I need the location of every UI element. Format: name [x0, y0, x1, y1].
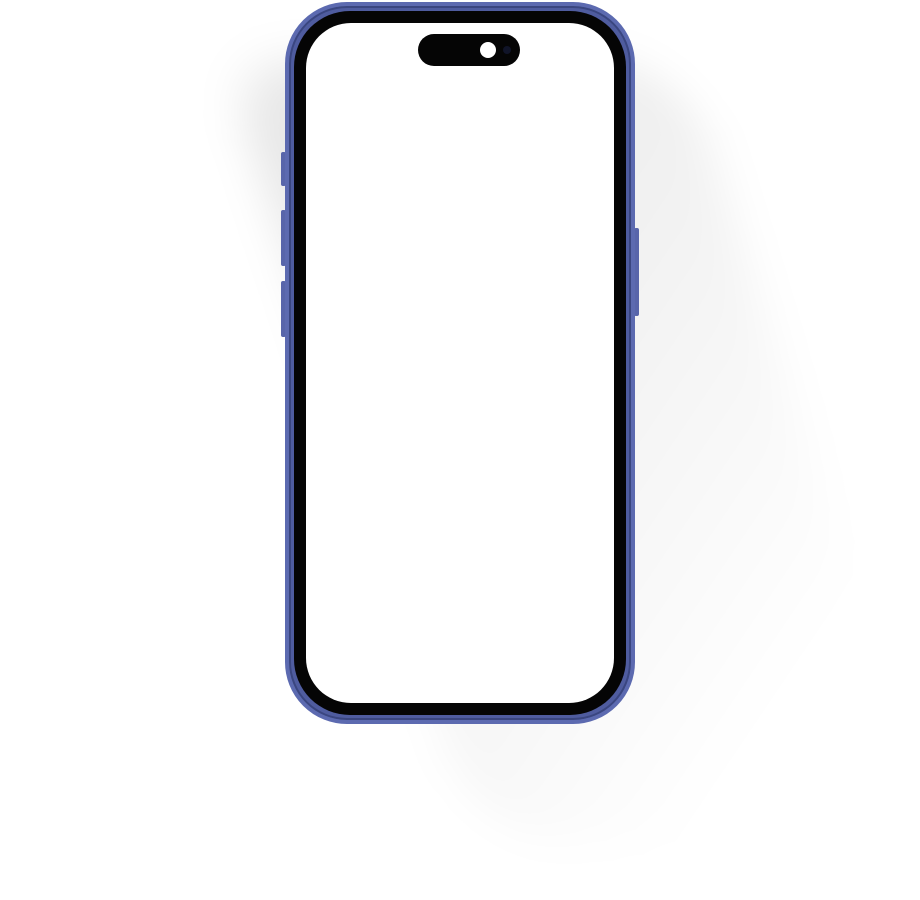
camera-lens-icon — [503, 46, 511, 54]
phone-screen — [306, 23, 614, 703]
phone-bezel — [294, 11, 626, 715]
phone-frame — [285, 2, 635, 724]
device-mockup-stage — [0, 0, 920, 900]
dynamic-island — [418, 34, 520, 66]
camera-icon — [480, 42, 496, 58]
